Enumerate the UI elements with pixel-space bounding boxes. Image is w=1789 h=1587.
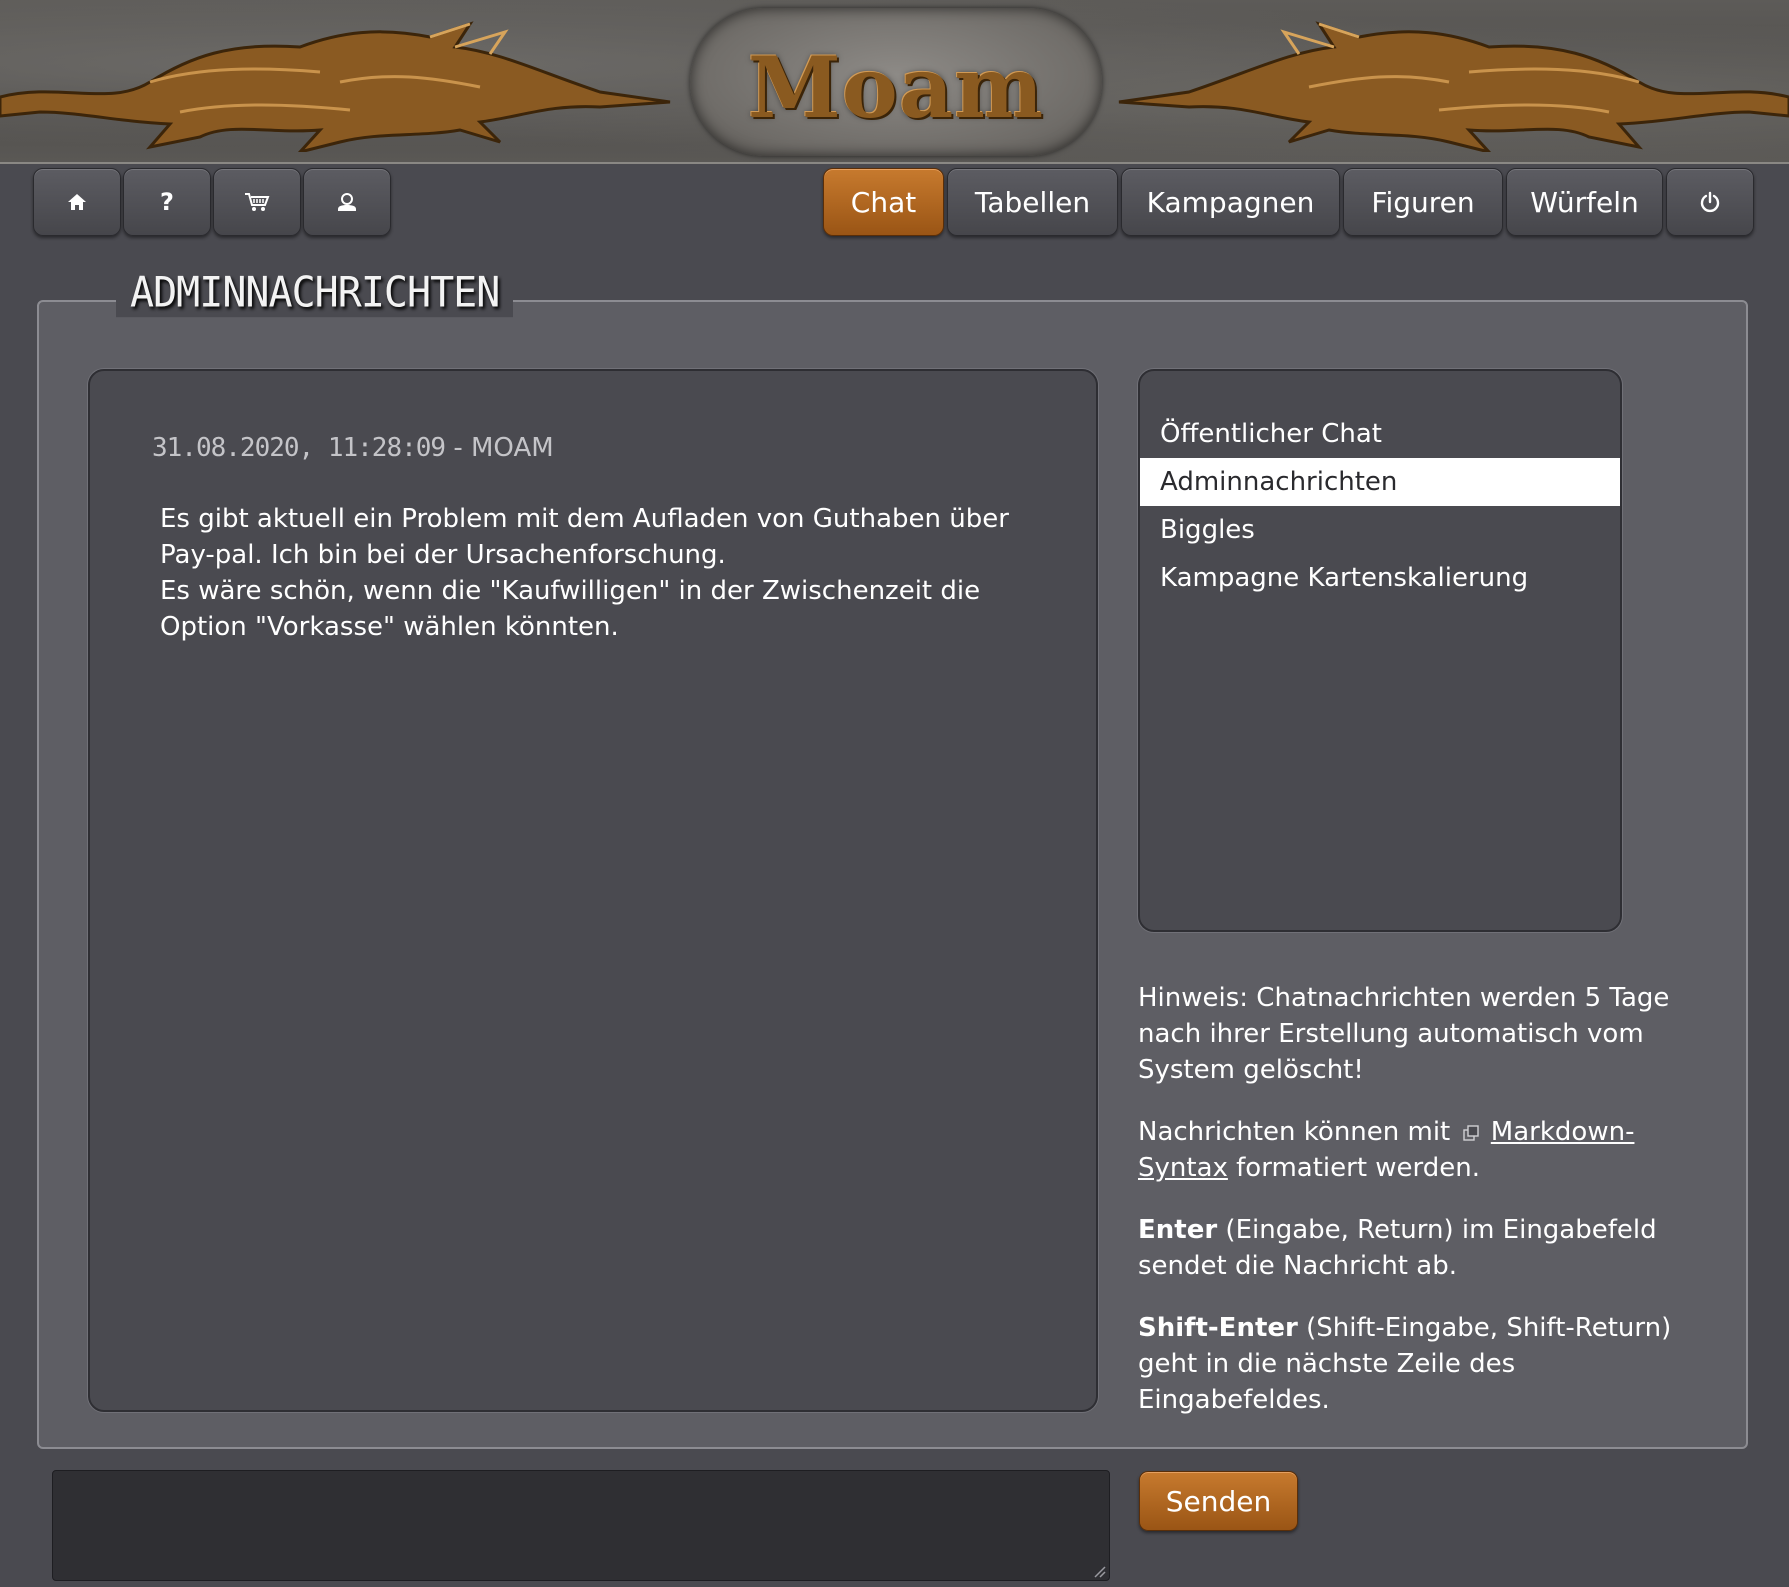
hint-enter-key: Enter: [1138, 1215, 1218, 1245]
channel-item-kampagne-kartenskalierung[interactable]: Kampagne Kartenskalierung: [1140, 554, 1620, 602]
home-icon: [68, 194, 86, 210]
help-icon: ?: [160, 188, 174, 216]
hint-shift-enter-key: Shift-Enter: [1138, 1313, 1298, 1343]
message-separator: -: [445, 433, 471, 463]
hint-markdown-prefix: Nachrichten können mit: [1138, 1117, 1451, 1147]
cart-icon: [245, 193, 270, 211]
home-button[interactable]: [33, 168, 121, 236]
message-paragraph: Es wäre schön, wenn die "Kaufwilligen" i…: [160, 576, 981, 642]
message-timestamp: 31.08.2020, 11:28:09: [152, 433, 446, 463]
dragon-ornament-right-icon: [1118, 21, 1789, 152]
tab-tabellen[interactable]: Tabellen: [947, 168, 1118, 236]
channel-item-biggles[interactable]: Biggles: [1140, 506, 1620, 554]
logo-plate[interactable]: Moam: [690, 8, 1102, 156]
tab-figuren[interactable]: Figuren: [1343, 168, 1503, 236]
send-button[interactable]: Senden: [1139, 1471, 1298, 1531]
hint-retention: Hinweis: Chatnachrichten werden 5 Tage n…: [1138, 983, 1670, 1085]
hint-markdown-suffix: formatiert werden.: [1236, 1153, 1481, 1183]
dragon-ornament-left-icon: [0, 21, 671, 152]
external-link-icon: [1462, 1124, 1479, 1141]
chat-message-input[interactable]: [52, 1470, 1110, 1581]
tab-wuerfeln[interactable]: Würfeln: [1506, 168, 1663, 236]
channel-item-adminnachrichten[interactable]: Adminnachrichten: [1140, 458, 1620, 506]
hint-shift-enter: Shift-Enter (Shift-Eingabe, Shift-Return…: [1138, 1310, 1698, 1418]
panel-title: ADMINNACHRICHTEN: [116, 268, 514, 318]
profile-button[interactable]: [303, 168, 391, 236]
message-paragraph: Es gibt aktuell ein Problem mit dem Aufl…: [160, 504, 1009, 570]
profile-icon: [338, 193, 356, 211]
channel-item-public-chat[interactable]: Öffentlicher Chat: [1140, 410, 1620, 458]
message-list[interactable]: 31.08.2020, 11:28:09 - MOAM Es gibt aktu…: [88, 369, 1098, 1412]
help-button[interactable]: ?: [123, 168, 211, 236]
header-banner: Moam: [0, 0, 1789, 164]
tab-chat[interactable]: Chat: [823, 168, 944, 236]
message-meta: 31.08.2020, 11:28:09 - MOAM: [152, 433, 554, 463]
message-author: MOAM: [471, 433, 554, 463]
logo-text: Moam: [747, 38, 1045, 137]
resize-grip-icon[interactable]: [1092, 1564, 1106, 1578]
hints-section: Hinweis: Chatnachrichten werden 5 Tage n…: [1138, 980, 1698, 1444]
tab-kampagnen[interactable]: Kampagnen: [1121, 168, 1340, 236]
power-icon: [1700, 191, 1720, 213]
hint-markdown: Nachrichten können mit Markdown-Syntax f…: [1138, 1114, 1698, 1186]
message-body: Es gibt aktuell ein Problem mit dem Aufl…: [160, 501, 1050, 645]
shop-button[interactable]: [213, 168, 301, 236]
hint-enter: Enter (Eingabe, Return) im Eingabefeld s…: [1138, 1212, 1698, 1284]
logout-button[interactable]: [1666, 168, 1754, 236]
channel-list: Öffentlicher Chat Adminnachrichten Biggl…: [1138, 369, 1622, 932]
